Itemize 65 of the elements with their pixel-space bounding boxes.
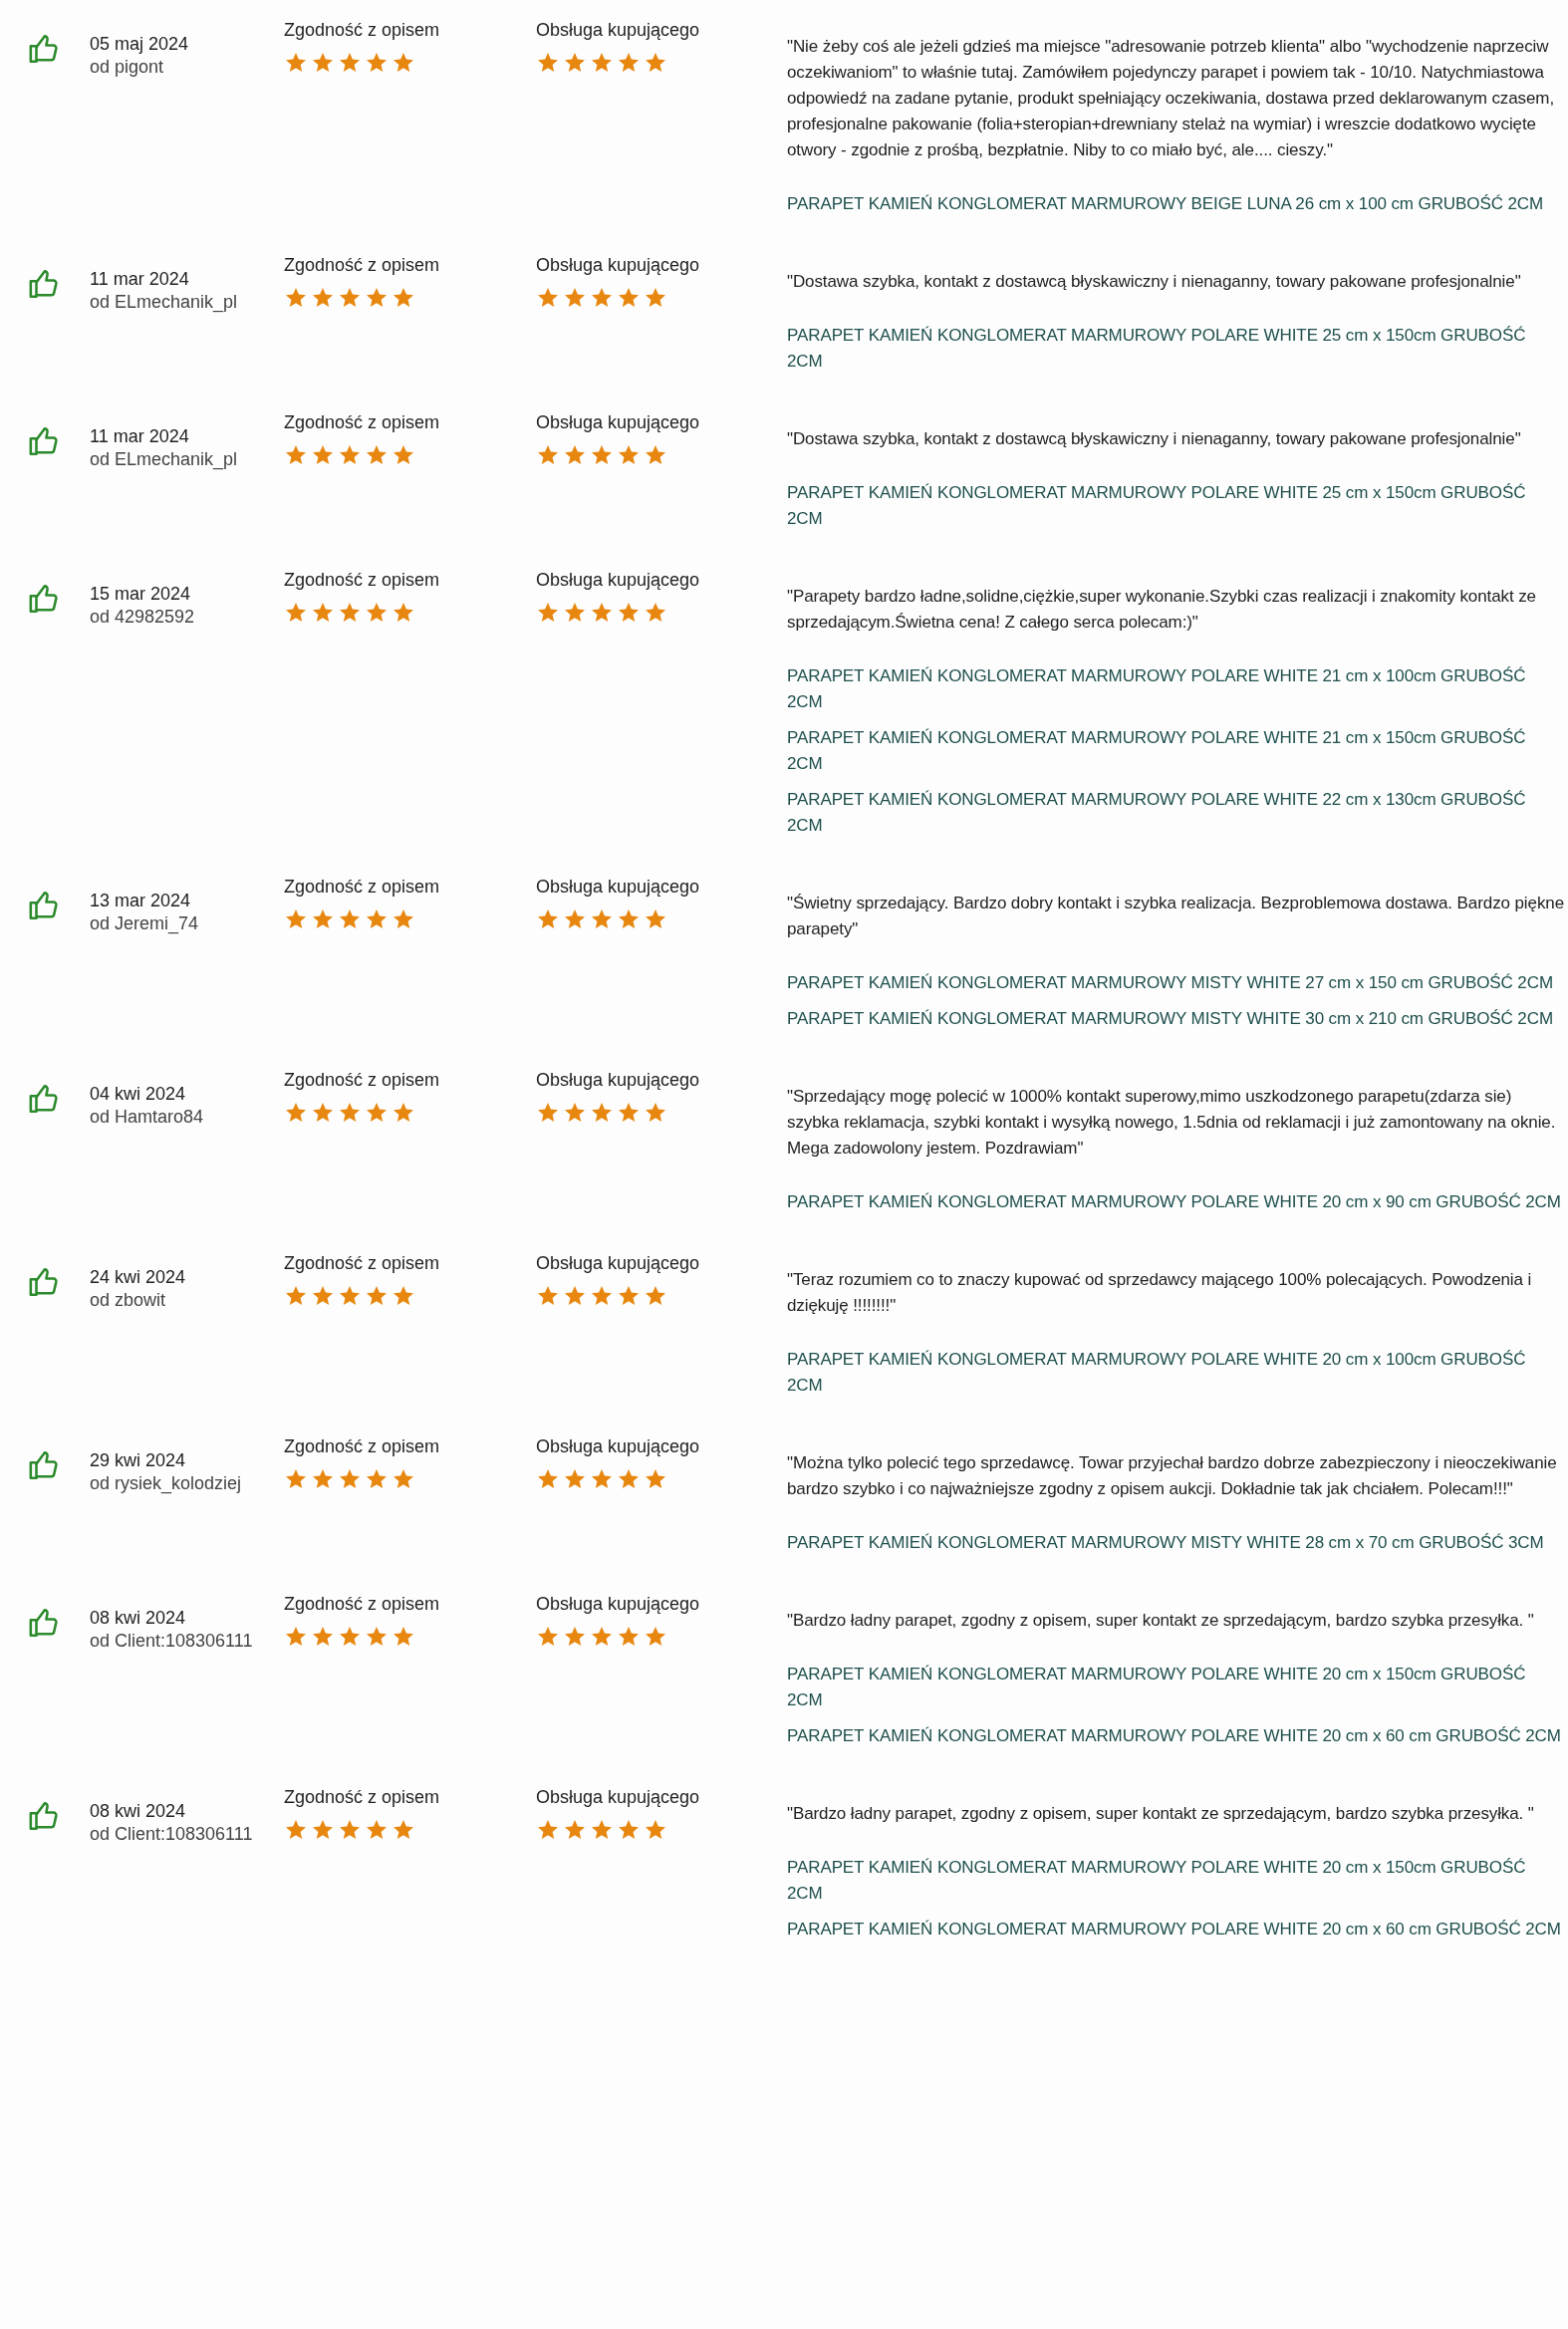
product-link[interactable]: PARAPET KAMIEŃ KONGLOMERAT MARMUROWY MISTY WHITE 30 cm x 210 cm GRUBOŚĆ 2CM: [787, 1006, 1564, 1032]
product-link[interactable]: PARAPET KAMIEŃ KONGLOMERAT MARMUROWY MISTY WHITE 28 cm x 70 cm GRUBOŚĆ 3CM: [787, 1530, 1564, 1556]
rating-label: Obsługa kupującego: [536, 877, 701, 898]
rating-label: Obsługa kupującego: [536, 1594, 701, 1615]
review-comment: "Dostawa szybka, kontakt z dostawcą błyskawiczny i nienaganny, towary pakowane profesjonalnie": [787, 271, 1522, 293]
product-link[interactable]: PARAPET KAMIEŃ KONGLOMERAT MARMUROWY POLARE WHITE 20 cm x 90 cm GRUBOŚĆ 2CM: [787, 1189, 1564, 1215]
product-link[interactable]: PARAPET KAMIEŃ KONGLOMERAT MARMUROWY MISTY WHITE 27 cm x 150 cm GRUBOŚĆ 2CM: [787, 970, 1564, 996]
review-date: 15 mar 2024: [90, 584, 192, 605]
rating-label: Zgodność z opisem: [284, 877, 441, 898]
rating-label: Obsługa kupującego: [536, 20, 701, 41]
reviewer-name: od rysiek_kolodziej: [90, 1473, 243, 1494]
review-date: 11 mar 2024: [90, 426, 190, 447]
review-date: 11 mar 2024: [90, 269, 190, 290]
reviewer-name: od 42982592: [90, 607, 196, 628]
rating-label: Obsługa kupującego: [536, 1070, 701, 1091]
review-date: 08 kwi 2024: [90, 1608, 187, 1629]
review-date: 05 maj 2024: [90, 34, 190, 55]
reviewer-name: od Jeremi_74: [90, 913, 200, 934]
review-comment: "Nie żeby coś ale jeżeli gdzieś ma miejsce "adresowanie potrzeb klienta" albo "wychodzenie naprzeciw oczekiwaniom" to właśnie tutaj. Zamówiłem pojedynczy parapet i powiem tak - 10/10. Natychmiastowa odpowiedź na zadane pytanie, produkt spełniający oczekiwania, dostawa przed deklarowanym czasem, profesjonalne pakowanie (folia+steropian+drewniany stelaż na wymiar) i wreszcie dodatkowo wycięte otwory - zgodnie z prośbą, bezpłatnie. Niby to co miało być, ale.... cieszy.": [787, 36, 1555, 161]
rating-label: Obsługa kupującego: [536, 1787, 701, 1808]
review-comment: "Teraz rozumiem co to znaczy kupować od sprzedawcy mającego 100% polecających. Powodzenia i dziękuję !!!!!!!!": [787, 1269, 1533, 1317]
rating-label: Zgodność z opisem: [284, 1070, 441, 1091]
product-link[interactable]: PARAPET KAMIEŃ KONGLOMERAT MARMUROWY POLARE WHITE 20 cm x 60 cm GRUBOŚĆ 2CM: [787, 1917, 1564, 1942]
review-date: 13 mar 2024: [90, 891, 192, 911]
rating-label: Zgodność z opisem: [284, 1594, 441, 1615]
product-link[interactable]: PARAPET KAMIEŃ KONGLOMERAT MARMUROWY POLARE WHITE 21 cm x 100cm GRUBOŚĆ 2CM: [787, 663, 1564, 715]
product-link[interactable]: PARAPET KAMIEŃ KONGLOMERAT MARMUROWY POLARE WHITE 21 cm x 150cm GRUBOŚĆ 2CM: [787, 725, 1564, 777]
review-comment: "Parapety bardzo ładne,solidne,ciężkie,super wykonanie.Szybki czas realizacji i znakomity kontakt ze sprzedającym.Świetna cena! Z całego serca polecam:)": [787, 586, 1537, 634]
review-comment: "Bardzo ładny parapet, zgodny z opisem, super kontakt ze sprzedającym, bardzo szybka przesyłka. ": [787, 1610, 1535, 1632]
product-link[interactable]: PARAPET KAMIEŃ KONGLOMERAT MARMUROWY POLARE WHITE 25 cm x 150cm GRUBOŚĆ 2CM: [787, 323, 1564, 375]
rating-label: Obsługa kupującego: [536, 412, 701, 433]
rating-label: Zgodność z opisem: [284, 255, 441, 276]
reviewer-name: od Client:108306111: [90, 1824, 254, 1845]
reviewer-name: od Hamtaro84: [90, 1107, 205, 1128]
review-date: 24 kwi 2024: [90, 1267, 187, 1288]
product-link[interactable]: PARAPET KAMIEŃ KONGLOMERAT MARMUROWY BEIGE LUNA 26 cm x 100 cm GRUBOŚĆ 2CM: [787, 191, 1564, 217]
review-date: 29 kwi 2024: [90, 1450, 187, 1471]
product-link[interactable]: PARAPET KAMIEŃ KONGLOMERAT MARMUROWY POLARE WHITE 25 cm x 150cm GRUBOŚĆ 2CM: [787, 480, 1564, 532]
rating-label: Zgodność z opisem: [284, 1436, 441, 1457]
reviewer-name: od pigont: [90, 57, 165, 78]
rating-label: Obsługa kupującego: [536, 570, 701, 591]
rating-label: Obsługa kupującego: [536, 255, 701, 276]
review-comment: "Świetny sprzedający. Bardzo dobry kontakt i szybka realizacja. Bezproblemowa dostawa. Bardzo piękne parapety": [787, 893, 1564, 940]
rating-label: Obsługa kupującego: [536, 1253, 701, 1274]
rating-label: Zgodność z opisem: [284, 1253, 441, 1274]
reviewer-name: od Client:108306111: [90, 1631, 254, 1652]
rating-label: Zgodność z opisem: [284, 20, 441, 41]
product-link[interactable]: PARAPET KAMIEŃ KONGLOMERAT MARMUROWY POLARE WHITE 20 cm x 60 cm GRUBOŚĆ 2CM: [787, 1723, 1564, 1749]
product-link[interactable]: PARAPET KAMIEŃ KONGLOMERAT MARMUROWY POLARE WHITE 22 cm x 130cm GRUBOŚĆ 2CM: [787, 787, 1564, 839]
review-date: 08 kwi 2024: [90, 1801, 187, 1822]
product-link[interactable]: PARAPET KAMIEŃ KONGLOMERAT MARMUROWY POLARE WHITE 20 cm x 150cm GRUBOŚĆ 2CM: [787, 1662, 1564, 1713]
reviewer-name: od ELmechanik_pl: [90, 449, 239, 470]
rating-label: Zgodność z opisem: [284, 412, 441, 433]
rating-label: Obsługa kupującego: [536, 1436, 701, 1457]
reviewer-name: od ELmechanik_pl: [90, 292, 239, 313]
reviewer-name: od zbowit: [90, 1290, 167, 1311]
product-link[interactable]: PARAPET KAMIEŃ KONGLOMERAT MARMUROWY POLARE WHITE 20 cm x 150cm GRUBOŚĆ 2CM: [787, 1855, 1564, 1907]
review-comment: "Dostawa szybka, kontakt z dostawcą błyskawiczny i nienaganny, towary pakowane profesjonalnie": [787, 428, 1522, 450]
rating-label: Zgodność z opisem: [284, 570, 441, 591]
review-date: 04 kwi 2024: [90, 1084, 187, 1105]
review-comment: "Sprzedający mogę polecić w 1000% kontakt superowy,mimo uszkodzonego parapetu(zdarza sie) szybka reklamacja, szybki kontakt i wysyłką nowego, 1.5dnia od reklamacji i już zamontowany na oknie. Mega zadowolony jestem. Pozdrawiam": [787, 1086, 1557, 1160]
product-link[interactable]: PARAPET KAMIEŃ KONGLOMERAT MARMUROWY POLARE WHITE 20 cm x 100cm GRUBOŚĆ 2CM: [787, 1347, 1564, 1399]
review-comment: "Można tylko polecić tego sprzedawcę. Towar przyjechał bardzo dobrze zabezpieczony i nieoczekiwanie bardzo szybko i co najważniejsze zgodny z opisem aukcji. Dokładnie tak jak chciałem. Polecam!!!": [787, 1452, 1558, 1500]
review-comment: "Bardzo ładny parapet, zgodny z opisem, super kontakt ze sprzedającym, bardzo szybka przesyłka. ": [787, 1803, 1535, 1825]
rating-label: Zgodność z opisem: [284, 1787, 441, 1808]
